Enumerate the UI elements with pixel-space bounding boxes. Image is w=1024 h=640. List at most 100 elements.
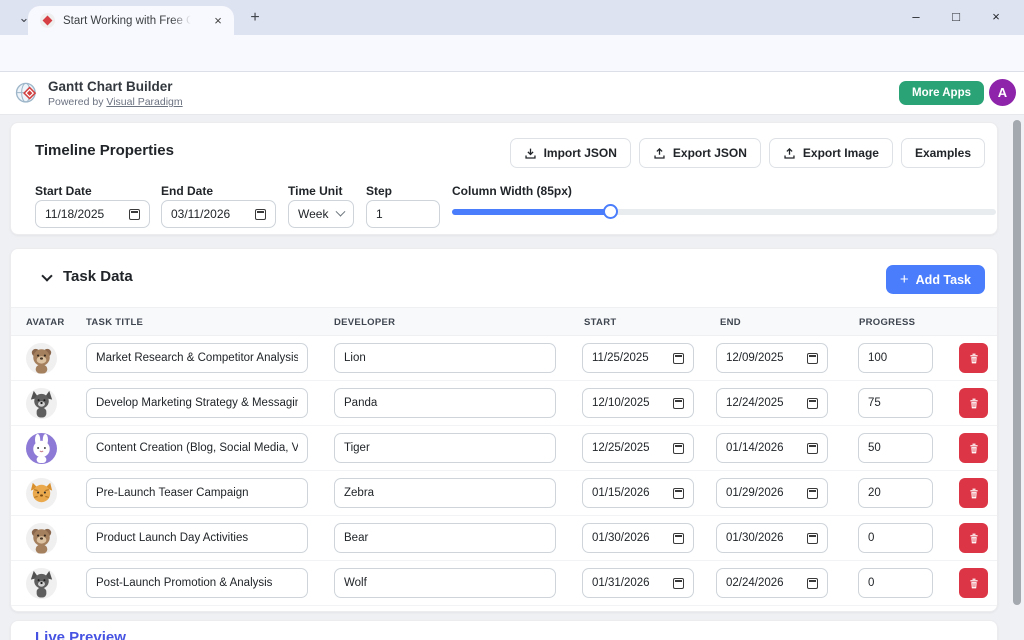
timeline-properties-title: Timeline Properties xyxy=(35,142,174,159)
delete-task-button[interactable] xyxy=(959,568,988,598)
export-json-button[interactable]: Export JSON xyxy=(639,138,761,168)
page-title: Gantt Chart Builder xyxy=(48,79,173,94)
calendar-icon[interactable] xyxy=(807,353,818,364)
col-avatar: AVATAR xyxy=(26,317,65,328)
task-title-input[interactable] xyxy=(86,388,308,418)
export-image-button[interactable]: Export Image xyxy=(769,138,893,168)
end-date-value: 12/09/2025 xyxy=(726,352,807,364)
visual-paradigm-logo xyxy=(14,80,41,107)
task-title-input[interactable] xyxy=(86,568,308,598)
site-favicon-icon xyxy=(40,13,55,28)
end-date-field[interactable]: 01/30/2026 xyxy=(716,523,828,553)
download-icon xyxy=(524,147,537,160)
developer-input[interactable] xyxy=(334,388,556,418)
task-title-input[interactable] xyxy=(86,523,308,553)
progress-input[interactable] xyxy=(858,388,933,418)
start-date-value: 11/25/2025 xyxy=(592,352,673,364)
end-date-value: 01/30/2026 xyxy=(726,532,807,544)
more-apps-button[interactable]: More Apps xyxy=(899,81,984,105)
end-date-field[interactable]: 01/14/2026 xyxy=(716,433,828,463)
delete-task-button[interactable] xyxy=(959,433,988,463)
developer-input[interactable] xyxy=(334,568,556,598)
delete-task-button[interactable] xyxy=(959,343,988,373)
import-json-button[interactable]: Import JSON xyxy=(510,138,631,168)
calendar-icon[interactable] xyxy=(807,443,818,454)
developer-input[interactable] xyxy=(334,523,556,553)
maximize-button[interactable]: □ xyxy=(936,0,976,35)
developer-input[interactable] xyxy=(334,343,556,373)
end-date-field[interactable]: 01/29/2026 xyxy=(716,478,828,508)
add-task-button[interactable]: + Add Task xyxy=(886,265,985,294)
new-tab-button[interactable]: + xyxy=(244,7,266,29)
browser-tab[interactable]: Start Working with Free Online × xyxy=(28,6,234,35)
calendar-icon[interactable] xyxy=(673,353,684,364)
end-date-field[interactable]: 02/24/2026 xyxy=(716,568,828,598)
end-date-field[interactable]: 12/09/2025 xyxy=(716,343,828,373)
end-date-field[interactable]: 12/24/2025 xyxy=(716,388,828,418)
progress-input[interactable] xyxy=(858,433,933,463)
task-title-input[interactable] xyxy=(86,478,308,508)
collapse-chevron-icon[interactable] xyxy=(41,270,52,281)
examples-button[interactable]: Examples xyxy=(901,138,985,168)
step-input[interactable] xyxy=(366,200,440,228)
calendar-icon[interactable] xyxy=(807,533,818,544)
calendar-icon[interactable] xyxy=(673,398,684,409)
time-unit-label: Time Unit xyxy=(288,184,342,198)
bear-avatar-icon xyxy=(26,343,57,374)
start-date-field[interactable]: 01/30/2026 xyxy=(582,523,694,553)
calendar-icon[interactable] xyxy=(673,578,684,589)
delete-task-button[interactable] xyxy=(959,523,988,553)
start-date-field[interactable]: 11/18/2025 xyxy=(35,200,150,228)
delete-task-button[interactable] xyxy=(959,388,988,418)
delete-task-button[interactable] xyxy=(959,478,988,508)
column-width-slider-thumb[interactable] xyxy=(603,204,618,219)
start-date-field[interactable]: 12/25/2025 xyxy=(582,433,694,463)
calendar-icon[interactable] xyxy=(807,578,818,589)
chevron-down-icon xyxy=(336,206,346,216)
calendar-icon[interactable] xyxy=(673,488,684,499)
scrollbar-thumb[interactable] xyxy=(1013,120,1021,605)
start-date-label: Start Date xyxy=(35,184,92,198)
close-button[interactable]: × xyxy=(976,0,1016,35)
calendar-icon[interactable] xyxy=(129,209,140,220)
task-row: 01/30/2026 01/30/2026 xyxy=(11,516,997,561)
wolf-avatar-icon xyxy=(26,388,57,419)
progress-input[interactable] xyxy=(858,343,933,373)
powered-by: Powered by Visual Paradigm xyxy=(48,96,183,108)
minimize-button[interactable]: – xyxy=(896,0,936,35)
tab-close-icon[interactable]: × xyxy=(210,13,226,29)
window-controls: – □ × xyxy=(896,0,1016,35)
task-row: 12/10/2025 12/24/2025 xyxy=(11,381,997,426)
task-title-input[interactable] xyxy=(86,343,308,373)
start-date-field[interactable]: 12/10/2025 xyxy=(582,388,694,418)
calendar-icon[interactable] xyxy=(673,533,684,544)
start-date-field[interactable]: 11/25/2025 xyxy=(582,343,694,373)
progress-input[interactable] xyxy=(858,568,933,598)
start-date-value: 01/30/2026 xyxy=(592,532,673,544)
progress-input[interactable] xyxy=(858,478,933,508)
page-scrollbar[interactable] xyxy=(1010,115,1024,640)
upload-icon xyxy=(783,147,796,160)
task-data-card: Task Data + Add Task AVATAR TASK TITLE D… xyxy=(10,248,998,612)
progress-input[interactable] xyxy=(858,523,933,553)
end-date-field[interactable]: 03/11/2026 xyxy=(161,200,276,228)
start-date-field[interactable]: 01/31/2026 xyxy=(582,568,694,598)
column-width-label: Column Width (85px) xyxy=(452,184,572,198)
browser-toolbar: ← → ↻ ai-toolbox.visual-paradigm.com/app… xyxy=(0,35,1024,72)
task-title-input[interactable] xyxy=(86,433,308,463)
column-width-slider[interactable] xyxy=(452,209,996,215)
developer-input[interactable] xyxy=(334,478,556,508)
start-date-value: 01/31/2026 xyxy=(592,577,673,589)
task-rows: 11/25/2025 12/09/2025 12/10/2025 12/24/2… xyxy=(11,336,997,606)
end-date-value: 01/29/2026 xyxy=(726,487,807,499)
calendar-icon[interactable] xyxy=(255,209,266,220)
time-unit-select[interactable]: Week xyxy=(288,200,354,228)
start-date-field[interactable]: 01/15/2026 xyxy=(582,478,694,508)
calendar-icon[interactable] xyxy=(807,488,818,499)
calendar-icon[interactable] xyxy=(807,398,818,409)
visual-paradigm-link[interactable]: Visual Paradigm xyxy=(106,96,182,108)
calendar-icon[interactable] xyxy=(673,443,684,454)
developer-input[interactable] xyxy=(334,433,556,463)
trash-icon xyxy=(968,532,980,545)
user-avatar[interactable]: A xyxy=(989,79,1016,106)
